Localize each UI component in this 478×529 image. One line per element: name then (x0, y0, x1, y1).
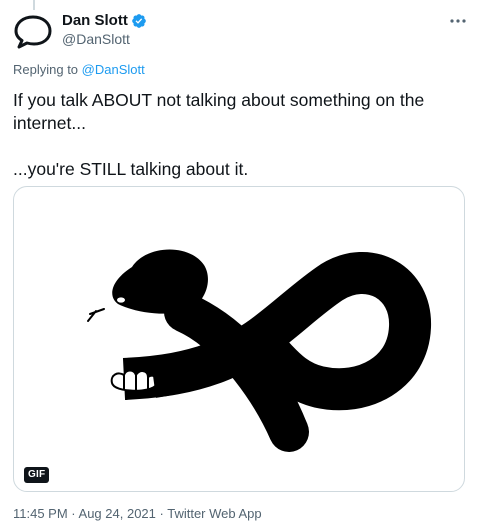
author-handle[interactable]: @DanSlott (62, 30, 130, 48)
speech-bubble-icon (14, 15, 52, 49)
verified-badge-icon (131, 13, 147, 29)
snake-infinity-illustration (87, 249, 431, 452)
meta-separator: · (155, 506, 168, 521)
tweet-text-line-2: ...you're STILL talking about it. (13, 159, 249, 179)
avatar[interactable] (11, 10, 55, 54)
tweet-text-line-1: If you talk ABOUT not talking about some… (13, 90, 430, 133)
meta-separator: · (67, 506, 79, 521)
replying-to: Replying to @DanSlott (13, 62, 145, 78)
replying-to-handle-link[interactable]: @DanSlott (82, 62, 145, 77)
tweet-source[interactable]: Twitter Web App (167, 506, 261, 521)
tweet-date[interactable]: Aug 24, 2021 (79, 506, 156, 521)
tweet-metadata: 11:45 PM · Aug 24, 2021 · Twitter Web Ap… (13, 506, 262, 522)
media-gif[interactable]: GIF (13, 186, 465, 492)
author-name-row[interactable]: Dan Slott (62, 12, 147, 30)
thread-connector-line (33, 0, 35, 10)
tweet-time[interactable]: 11:45 PM (13, 506, 68, 521)
more-options-icon[interactable] (448, 11, 468, 31)
gif-badge: GIF (24, 467, 50, 483)
tweet-text: If you talk ABOUT not talking about some… (13, 89, 468, 181)
replying-to-label: Replying to (13, 62, 79, 77)
author-display-name[interactable]: Dan Slott (62, 12, 128, 30)
